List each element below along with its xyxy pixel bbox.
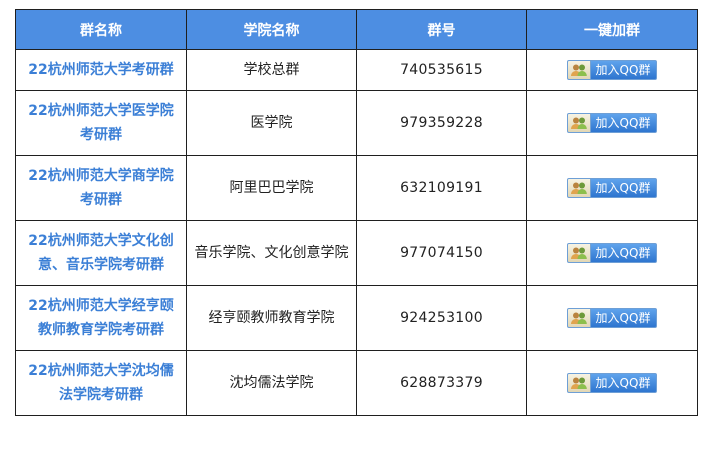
table-row: 22杭州师范大学商学院考研群 阿里巴巴学院 632109191 加入QQ群 [15, 155, 698, 221]
header-college-name: 学院名称 [186, 9, 357, 50]
group-name-cell: 22杭州师范大学考研群 [15, 49, 187, 91]
header-one-click-join: 一键加群 [526, 9, 698, 50]
join-qq-group-button[interactable]: 加入QQ群 [566, 60, 658, 80]
qq-users-icon [567, 61, 591, 79]
join-button-label: 加入QQ群 [595, 311, 651, 325]
qq-groups-table: 群名称 学院名称 群号 一键加群 22杭州师范大学考研群 学校总群 740535… [15, 9, 698, 416]
college-cell: 沈均儒法学院 [186, 350, 357, 416]
table-row: 22杭州师范大学文化创意、音乐学院考研群 音乐学院、文化创意学院 9770741… [15, 220, 698, 286]
qq-users-icon [567, 309, 591, 327]
join-button-label: 加入QQ群 [595, 376, 651, 390]
college-cell: 学校总群 [186, 49, 357, 91]
join-cell: 加入QQ群 [526, 90, 698, 156]
join-qq-group-button[interactable]: 加入QQ群 [566, 178, 658, 198]
table-row: 22杭州师范大学医学院考研群 医学院 979359228 加入QQ群 [15, 90, 698, 156]
join-button-label: 加入QQ群 [595, 63, 651, 77]
college-cell: 音乐学院、文化创意学院 [186, 220, 357, 286]
join-cell: 加入QQ群 [526, 155, 698, 221]
table-row: 22杭州师范大学考研群 学校总群 740535615 加入QQ群 [15, 49, 698, 91]
table-row: 22杭州师范大学沈均儒法学院考研群 沈均儒法学院 628873379 加入QQ群 [15, 350, 698, 416]
group-name-cell: 22杭州师范大学商学院考研群 [15, 155, 187, 221]
group-name-cell: 22杭州师范大学经亨颐教师教育学院考研群 [15, 285, 187, 351]
header-group-name: 群名称 [15, 9, 187, 50]
table-row: 22杭州师范大学经亨颐教师教育学院考研群 经亨颐教师教育学院 924253100… [15, 285, 698, 351]
join-button-label: 加入QQ群 [595, 181, 651, 195]
join-button-label: 加入QQ群 [595, 116, 651, 130]
group-name-cell: 22杭州师范大学文化创意、音乐学院考研群 [15, 220, 187, 286]
group-number-cell: 628873379 [356, 350, 527, 416]
join-qq-group-button[interactable]: 加入QQ群 [566, 373, 658, 393]
college-cell: 医学院 [186, 90, 357, 156]
join-qq-group-button[interactable]: 加入QQ群 [566, 243, 658, 263]
college-cell: 阿里巴巴学院 [186, 155, 357, 221]
join-button-label: 加入QQ群 [595, 246, 651, 260]
group-number-cell: 632109191 [356, 155, 527, 221]
qq-users-icon [567, 114, 591, 132]
college-cell: 经亨颐教师教育学院 [186, 285, 357, 351]
qq-users-icon [567, 244, 591, 262]
group-number-cell: 979359228 [356, 90, 527, 156]
group-name-cell: 22杭州师范大学医学院考研群 [15, 90, 187, 156]
qq-users-icon [567, 374, 591, 392]
join-cell: 加入QQ群 [526, 285, 698, 351]
header-group-number: 群号 [356, 9, 527, 50]
join-cell: 加入QQ群 [526, 49, 698, 91]
join-qq-group-button[interactable]: 加入QQ群 [566, 113, 658, 133]
table-header-row: 群名称 学院名称 群号 一键加群 [15, 9, 698, 50]
group-number-cell: 740535615 [356, 49, 527, 91]
group-number-cell: 977074150 [356, 220, 527, 286]
group-number-cell: 924253100 [356, 285, 527, 351]
qq-users-icon [567, 179, 591, 197]
join-cell: 加入QQ群 [526, 350, 698, 416]
group-name-cell: 22杭州师范大学沈均儒法学院考研群 [15, 350, 187, 416]
join-cell: 加入QQ群 [526, 220, 698, 286]
join-qq-group-button[interactable]: 加入QQ群 [566, 308, 658, 328]
